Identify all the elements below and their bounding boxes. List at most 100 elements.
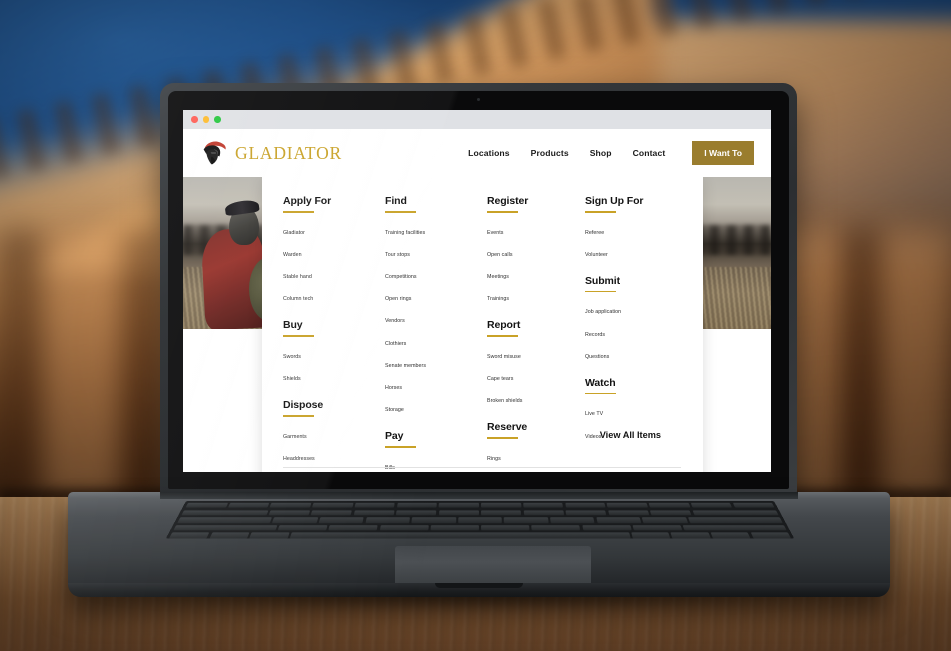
list-item: Column tech [283,287,385,305]
key [531,524,581,531]
heading-underline [585,290,616,293]
key [596,517,642,523]
key [648,502,691,508]
menu-link-questions[interactable]: Questions [585,354,609,361]
keyboard-row [173,524,787,531]
menu-link-sword-misuse[interactable]: Sword misuse [487,354,521,361]
heading-underline [283,335,314,337]
menu-list-sign-up-for: Referee Volunteer [585,221,683,261]
site-logo[interactable]: GLADIATOR [201,139,342,167]
menu-link-open-rings[interactable]: Open rings [385,296,411,303]
menu-link-horses[interactable]: Horses [385,385,402,392]
menu-link-vendors[interactable]: Vendors [385,319,405,325]
key [430,524,479,531]
key [564,502,606,508]
maximize-icon[interactable] [214,116,221,123]
browser-titlebar [183,110,771,129]
view-all-items-link[interactable]: View All Items [600,430,661,440]
key [365,517,410,523]
key [272,517,319,523]
webcam-icon [477,98,480,101]
space-key [289,532,631,539]
list-item: Clothiers [385,332,487,350]
list-item: Referee [585,221,683,239]
menu-group-submit: Submit Job application Records Questions [585,275,683,363]
menu-link-warden[interactable]: Warden [283,252,302,259]
key [353,510,395,516]
group-heading-watch: Watch [585,376,616,389]
menu-link-training-facilities[interactable]: Training facilities [385,230,425,237]
spartan-helmet-icon [203,141,226,165]
menu-link-trainings[interactable]: Trainings [487,296,509,303]
key [396,510,437,516]
menu-link-meetings[interactable]: Meetings [487,274,509,281]
key [318,517,364,523]
list-item: Swords [283,345,385,363]
menu-link-shields[interactable]: Shields [283,376,301,383]
list-item: Records [585,323,683,341]
key [670,532,711,539]
laptop-lid: GLADIATOR Locations Products Shop Contac… [160,83,797,495]
heading-underline [385,211,416,213]
i-want-to-button[interactable]: I Want To [692,141,754,165]
main-navigation: Locations Products Shop Contact I Want T… [468,141,754,165]
key [277,524,328,531]
menu-link-gladiator[interactable]: Gladiator [283,230,305,237]
menu-link-swords[interactable]: Swords [283,354,301,361]
key [481,510,522,516]
menu-link-live-tv[interactable]: Live TV [585,412,603,418]
menu-link-records[interactable]: Records [585,332,605,339]
close-icon[interactable] [191,116,198,123]
key [481,524,530,531]
menu-link-broken-shields[interactable]: Broken shields [487,398,522,405]
nav-item-products[interactable]: Products [531,148,569,158]
menu-link-tour-stops[interactable]: Tour stops [385,252,410,259]
key [438,510,479,516]
menu-group-find: Find Training facilities Tour stops Comp… [385,195,487,416]
minimize-icon[interactable] [202,116,209,123]
key [607,510,650,516]
menu-link-storage[interactable]: Storage [385,407,404,414]
nav-item-contact[interactable]: Contact [633,148,666,158]
list-item: Job application [585,300,683,318]
menu-link-competitions[interactable]: Competitions [385,274,417,281]
menu-link-cape-tears[interactable]: Cape tears [487,376,513,383]
group-heading-dispose: Dispose [283,398,324,411]
menu-link-senate-members[interactable]: Senate members [385,363,426,370]
keyboard-row [181,510,779,516]
key [631,532,671,539]
list-item: Warden [283,243,385,261]
keyboard-row [177,517,783,523]
key [209,532,250,539]
key [523,502,564,508]
key [690,502,733,508]
menu-link-column-tech[interactable]: Column tech [283,296,313,303]
menu-link-stable-hand[interactable]: Stable hand [283,274,312,281]
heading-underline [487,211,518,213]
key [481,502,522,508]
menu-link-job-application[interactable]: Job application [585,310,621,316]
key [268,510,311,516]
key [312,502,354,508]
list-item: Live TV [585,402,683,420]
list-item: Tour stops [385,243,487,261]
list-item: Gladiator [283,221,385,239]
group-heading-buy: Buy [283,319,303,332]
list-item: Open calls [487,243,585,261]
list-item: Shields [283,367,385,385]
mega-menu-panel: Apply For Gladiator Warden Stable hand C… [262,177,703,472]
menu-link-open-calls[interactable]: Open calls [487,252,513,259]
menu-link-events[interactable]: Events [487,230,504,237]
key [642,517,688,523]
menu-link-referee[interactable]: Referee [585,230,604,237]
key [173,524,278,531]
menu-link-clothiers[interactable]: Clothiers [385,341,406,348]
mega-menu-footer: View All Items [283,424,683,472]
key [438,502,479,508]
nav-item-shop[interactable]: Shop [590,148,612,158]
key [682,524,787,531]
menu-list-buy: Swords Shields [283,345,385,385]
keyboard-row [169,532,791,539]
menu-link-volunteer[interactable]: Volunteer [585,252,608,259]
nav-item-locations[interactable]: Locations [468,148,510,158]
